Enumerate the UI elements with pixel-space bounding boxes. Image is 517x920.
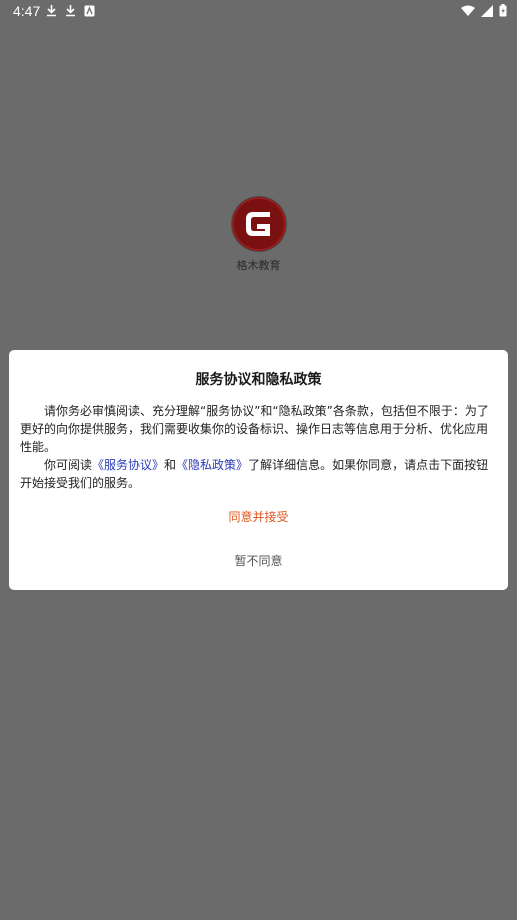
status-notification-icons bbox=[46, 4, 95, 17]
status-system-icons bbox=[461, 4, 507, 17]
status-bar: 4:47 bbox=[0, 0, 517, 24]
signal-icon bbox=[481, 4, 493, 17]
dialog-body: 请你务必审慎阅读、充分理解“服务协议”和“隐私政策”各条款，包括但不限于：为了更… bbox=[20, 402, 498, 492]
privacy-policy-link[interactable]: 《隐私政策》 bbox=[176, 458, 248, 472]
app-notification-icon bbox=[84, 5, 95, 17]
disagree-button[interactable]: 暂不同意 bbox=[9, 552, 508, 569]
dialog-paragraph-terms: 请你务必审慎阅读、充分理解“服务协议”和“隐私政策”各条款，包括但不限于：为了更… bbox=[20, 404, 489, 454]
service-agreement-link[interactable]: 《服务协议》 bbox=[92, 458, 164, 472]
and-text: 和 bbox=[164, 458, 177, 472]
privacy-dialog: 服务协议和隐私政策 请你务必审慎阅读、充分理解“服务协议”和“隐私政策”各条款，… bbox=[9, 350, 508, 590]
wifi-icon bbox=[461, 5, 475, 17]
dialog-title: 服务协议和隐私政策 bbox=[195, 372, 322, 388]
app-logo-icon bbox=[232, 197, 286, 251]
dialog-paragraph-links: 你可阅读《服务协议》和《隐私政策》了解详细信息。如果你同意，请点击下面按钮开始接… bbox=[20, 456, 498, 492]
status-time: 4:47 bbox=[13, 3, 41, 19]
app-logo bbox=[232, 197, 286, 251]
links-prefix-text: 你可阅读 bbox=[44, 458, 93, 472]
download-icon bbox=[65, 4, 76, 17]
download-icon bbox=[46, 4, 57, 17]
agree-button[interactable]: 同意并接受 bbox=[9, 508, 508, 525]
app-name: 格木教育 bbox=[236, 259, 281, 272]
battery-icon bbox=[499, 4, 507, 17]
